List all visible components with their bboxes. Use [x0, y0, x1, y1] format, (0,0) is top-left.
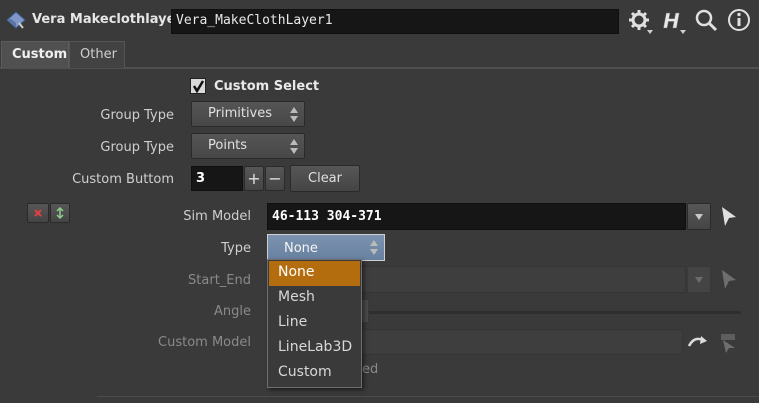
updown-arrow-icon	[290, 107, 298, 123]
tab-other[interactable]: Other	[69, 41, 125, 68]
sim-model-dropdown-button[interactable]	[687, 203, 711, 230]
option-custom[interactable]: Custom	[269, 361, 360, 386]
custom-select-label: Custom Select	[214, 79, 320, 94]
pointer-select-icon[interactable]	[719, 268, 739, 292]
tab-custom[interactable]: Custom	[1, 41, 69, 68]
updown-arrow-icon	[290, 139, 298, 155]
custom-buttom-label: Custom Buttom	[72, 172, 174, 187]
bottom-divider	[97, 396, 759, 397]
node-type-icon	[6, 11, 26, 29]
start-end-label: Start_End	[188, 273, 251, 288]
type-menu[interactable]: None	[267, 234, 385, 261]
option-mesh[interactable]: Mesh	[269, 286, 360, 311]
insert-button[interactable]	[50, 203, 70, 223]
clear-button[interactable]: Clear	[290, 165, 360, 192]
group-type-menu[interactable]: Primitives	[191, 101, 305, 127]
custom-buttom-field[interactable]: 3	[191, 166, 243, 191]
decrement-button[interactable]: −	[265, 166, 285, 191]
node-chooser-icon[interactable]	[715, 330, 741, 354]
start-end-dropdown-button[interactable]	[687, 266, 711, 293]
group-type-label-2: Group Type	[100, 140, 174, 155]
chevron-down-icon	[695, 277, 703, 283]
angle-label: Angle	[214, 304, 251, 319]
angle-slider-handle[interactable]	[361, 299, 369, 323]
search-icon[interactable]	[694, 8, 720, 34]
group-type-menu-2[interactable]: Points	[191, 133, 305, 159]
houdini-help-icon[interactable]: H	[660, 8, 686, 34]
close-icon	[34, 209, 42, 217]
pointer-select-icon[interactable]	[719, 205, 739, 229]
group-type-value: Primitives	[208, 106, 273, 121]
sim-model-label: Sim Model	[183, 209, 251, 224]
option-none[interactable]: None	[269, 261, 360, 286]
node-type-label: Vera Makeclothlayer	[32, 12, 182, 27]
node-name-field[interactable]: Vera_MakeClothLayer1	[171, 9, 619, 34]
group-type-label: Group Type	[100, 108, 174, 123]
type-label: Type	[221, 241, 251, 256]
jump-to-operator-icon[interactable]	[686, 332, 710, 354]
group-type-value-2: Points	[208, 138, 248, 153]
updown-arrow-icon	[370, 240, 378, 255]
custom-model-label: Custom Model	[158, 335, 251, 350]
option-linelab3d[interactable]: LineLab3D	[269, 336, 360, 361]
custom-select-checkbox[interactable]	[190, 78, 206, 94]
checkmark-icon	[192, 80, 205, 94]
sim-model-field[interactable]: 46-113 304-371	[267, 203, 686, 230]
increment-button[interactable]: +	[244, 166, 264, 191]
svg-text:H: H	[663, 9, 680, 33]
gear-icon[interactable]	[627, 8, 653, 34]
remove-button[interactable]	[27, 203, 49, 223]
info-icon[interactable]	[727, 8, 753, 34]
option-line[interactable]: Line	[269, 311, 360, 336]
type-dropdown-list: None Mesh Line LineLab3D Custom	[267, 259, 362, 388]
insert-icon	[56, 206, 64, 220]
custom-model-partial-text: ed	[362, 362, 379, 377]
chevron-down-icon	[695, 214, 703, 220]
type-value: None	[284, 241, 318, 256]
